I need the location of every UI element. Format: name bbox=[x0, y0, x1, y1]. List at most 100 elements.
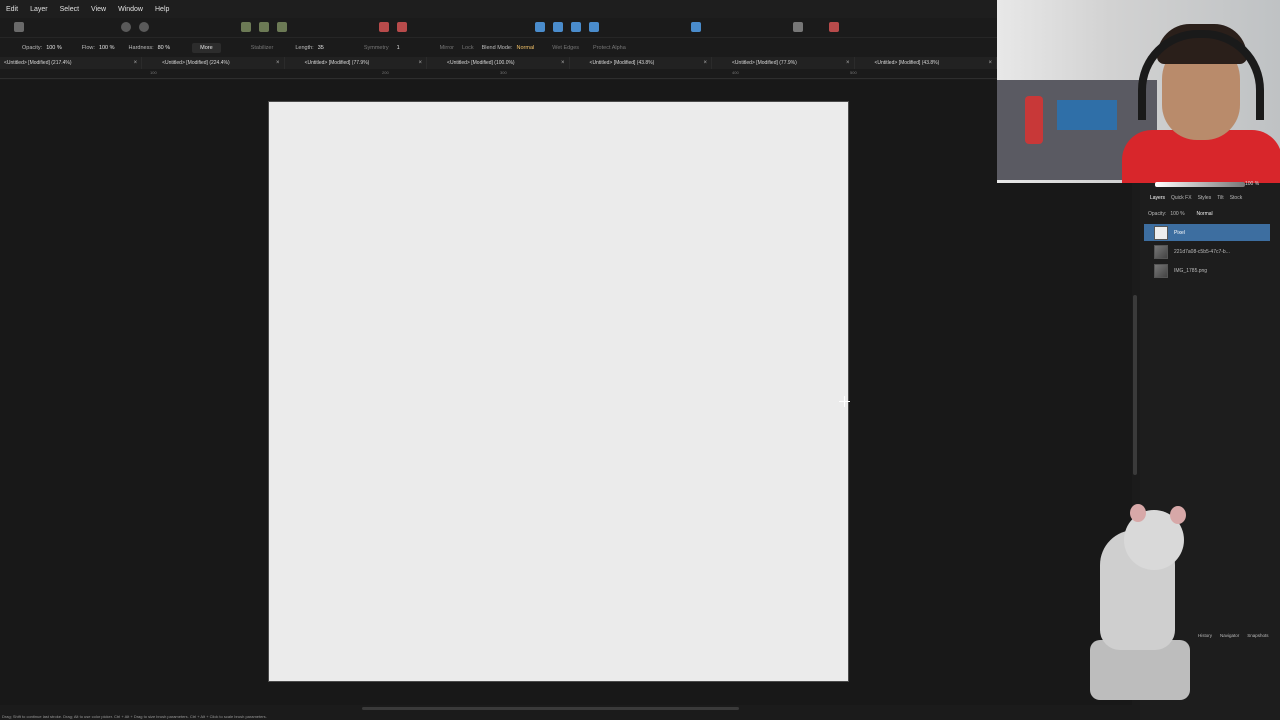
mirror-toggle[interactable]: Mirror bbox=[440, 45, 454, 51]
close-icon[interactable]: × bbox=[561, 60, 565, 66]
gear-icon[interactable] bbox=[139, 22, 149, 32]
layer-row[interactable]: IMG_1785.png bbox=[1144, 262, 1270, 279]
tab-snapshots[interactable]: Snapshots bbox=[1247, 633, 1268, 638]
layer-blend-select[interactable]: Normal bbox=[1197, 211, 1213, 220]
ruler-tick: 300 bbox=[500, 70, 507, 75]
menu-edit[interactable]: Edit bbox=[0, 6, 24, 13]
document-tab[interactable]: <Untitled> [Modified] (100.0%) × bbox=[427, 57, 570, 69]
layer-row[interactable]: Pixel bbox=[1144, 224, 1270, 241]
more-button[interactable]: More bbox=[192, 43, 221, 53]
tab-styles[interactable]: Styles bbox=[1198, 195, 1212, 205]
close-icon[interactable]: × bbox=[134, 60, 138, 66]
tab-title: <Untitled> [Modified] (43.8%) bbox=[589, 60, 655, 66]
color-picker-icon[interactable] bbox=[829, 22, 839, 32]
close-icon[interactable]: × bbox=[846, 60, 850, 66]
layer-name: Pixel bbox=[1174, 229, 1185, 236]
settings-icon[interactable] bbox=[121, 22, 131, 32]
tab-title: <Untitled> [Modified] (224.4%) bbox=[162, 60, 230, 66]
close-icon[interactable]: × bbox=[276, 60, 280, 66]
layer-thumbnail bbox=[1154, 263, 1168, 278]
layer-opacity-label: Opacity: bbox=[1148, 211, 1167, 217]
quickmask-icon[interactable] bbox=[397, 22, 407, 32]
webcam-person bbox=[1122, 10, 1280, 183]
crosshair-cursor-icon bbox=[839, 396, 850, 407]
layer-controls: Opacity: 100 % Normal bbox=[1144, 211, 1280, 220]
snapping-icon[interactable] bbox=[691, 22, 701, 32]
document-page[interactable] bbox=[268, 101, 849, 682]
transform-icon[interactable] bbox=[259, 22, 269, 32]
layer-thumbnail bbox=[1154, 225, 1168, 240]
horizontal-scrollbar[interactable] bbox=[362, 707, 739, 710]
length-label: Length: bbox=[295, 45, 314, 51]
symmetry-count[interactable]: 1 bbox=[397, 45, 400, 51]
ruler-tick: 100 bbox=[150, 70, 157, 75]
layer-opacity-field[interactable]: 100 % bbox=[1170, 211, 1184, 220]
bottom-panel-tabs: History Navigator Snapshots bbox=[1190, 633, 1269, 638]
blend-mode-select[interactable]: Normal bbox=[517, 45, 535, 51]
webcam-box bbox=[1057, 100, 1117, 130]
layer-name: 221d7a08-c5b5-47c7-b... bbox=[1174, 248, 1230, 255]
tab-stock[interactable]: Stock bbox=[1230, 195, 1243, 205]
webcam-bottle bbox=[1025, 96, 1043, 144]
zoom-value: 100 % bbox=[1245, 181, 1260, 187]
document-tab[interactable]: <Untitled> [Modified] (217.4%) × bbox=[0, 57, 143, 69]
tab-history[interactable]: History bbox=[1198, 633, 1212, 638]
document-tabs: <Untitled> [Modified] (217.4%) × <Untitle… bbox=[0, 57, 997, 69]
tab-title: <Untitled> [Modified] (77.9%) bbox=[304, 60, 370, 66]
menu-view[interactable]: View bbox=[85, 6, 112, 13]
layer-name: IMG_1785.png bbox=[1174, 267, 1208, 274]
document-tab[interactable]: <Untitled> [Modified] (77.9%) × bbox=[712, 57, 855, 69]
vertical-scrollbar[interactable] bbox=[1133, 295, 1137, 475]
main-toolbar bbox=[0, 18, 997, 38]
lock-toggle[interactable]: Lock bbox=[462, 45, 474, 51]
close-icon[interactable]: × bbox=[704, 60, 708, 66]
tab-tilt[interactable]: Tilt bbox=[1217, 195, 1223, 205]
flip-icon[interactable] bbox=[535, 22, 545, 32]
document-tab[interactable]: <Untitled> [Modified] (224.4%) × bbox=[142, 57, 285, 69]
close-icon[interactable]: × bbox=[988, 60, 992, 66]
tab-layers[interactable]: Layers bbox=[1150, 195, 1165, 205]
status-bar: Drag; Shift to continue last stroke. Dra… bbox=[2, 714, 267, 719]
protect-alpha-toggle[interactable]: Protect Alpha bbox=[593, 45, 626, 51]
close-icon[interactable]: × bbox=[419, 60, 423, 66]
crop-icon[interactable] bbox=[277, 22, 287, 32]
flow-field[interactable]: 100 % bbox=[99, 45, 115, 51]
rotate-icon[interactable] bbox=[553, 22, 563, 32]
zoom-slider[interactable] bbox=[1155, 182, 1245, 187]
menu-layer[interactable]: Layer bbox=[24, 6, 54, 13]
assistant-icon[interactable] bbox=[793, 22, 803, 32]
mascot-ear bbox=[1130, 504, 1146, 522]
document-tab[interactable]: <Untitled> [Modified] (43.8%) × bbox=[570, 57, 713, 69]
stabilizer-toggle[interactable]: Stabilizer bbox=[251, 45, 274, 51]
studio-icon[interactable] bbox=[14, 22, 24, 32]
hardness-field[interactable]: 80 % bbox=[158, 45, 171, 51]
flow-label: Flow: bbox=[81, 45, 95, 51]
document-tab[interactable]: <Untitled> [Modified] (77.9%) × bbox=[285, 57, 428, 69]
tab-quick-fx[interactable]: Quick FX bbox=[1171, 195, 1192, 205]
menu-help[interactable]: Help bbox=[149, 6, 175, 13]
document-tab[interactable]: <Untitled> [Modified] (43.8%) × bbox=[855, 57, 997, 69]
webcam-overlay bbox=[997, 0, 1280, 183]
opacity-field[interactable]: 100 % bbox=[46, 45, 62, 51]
menu-window[interactable]: Window bbox=[112, 6, 149, 13]
length-field[interactable]: 35 bbox=[318, 45, 324, 51]
opacity-label: Opacity: bbox=[22, 45, 43, 51]
app-window: Edit Layer Select View Window Help Opaci… bbox=[0, 0, 1280, 720]
tab-navigator[interactable]: Navigator bbox=[1220, 633, 1239, 638]
arrange-icon[interactable] bbox=[571, 22, 581, 32]
headset-icon bbox=[1138, 30, 1264, 120]
ruler-tick: 500 bbox=[850, 70, 857, 75]
mouse-mascot-overlay bbox=[1080, 500, 1200, 710]
mask-icon[interactable] bbox=[379, 22, 389, 32]
align-icon[interactable] bbox=[589, 22, 599, 32]
panel-tabs: Layers Quick FX Styles Tilt Stock bbox=[1144, 195, 1280, 205]
blend-mode-label: Blend Mode: bbox=[481, 45, 513, 51]
selection-icon[interactable] bbox=[241, 22, 251, 32]
symmetry-toggle[interactable]: Symmetry bbox=[364, 45, 389, 51]
wet-edges-toggle[interactable]: Wet Edges bbox=[552, 45, 579, 51]
menu-select[interactable]: Select bbox=[54, 6, 85, 13]
ruler-tick: 400 bbox=[732, 70, 739, 75]
ruler-tick: 200 bbox=[382, 70, 389, 75]
hardness-label: Hardness: bbox=[128, 45, 154, 51]
layer-row[interactable]: 221d7a08-c5b5-47c7-b... bbox=[1144, 243, 1270, 260]
